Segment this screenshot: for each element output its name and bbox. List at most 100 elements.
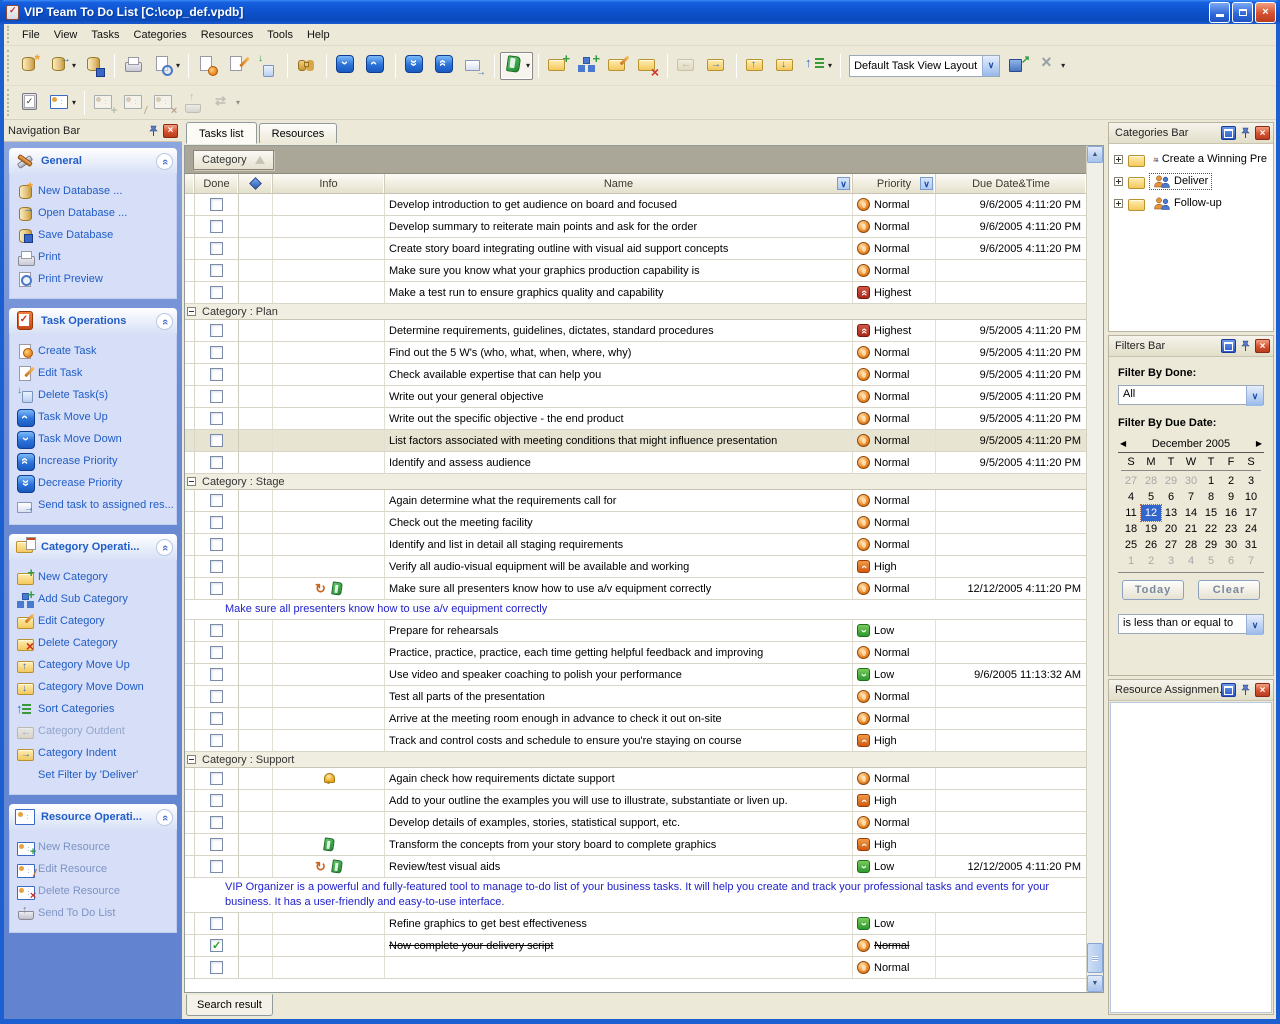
nav-item-add-sub-category[interactable]: Add Sub Category	[14, 588, 174, 610]
calendar-day[interactable]: 24	[1241, 521, 1261, 537]
calendar-day[interactable]: 4	[1121, 489, 1141, 505]
sort-categories-button[interactable]: ▾	[802, 52, 835, 80]
done-checkbox[interactable]	[210, 939, 223, 952]
task-row[interactable]: Identify and list in detail all staging …	[185, 534, 1086, 556]
calendar-day[interactable]: 2	[1141, 553, 1161, 569]
dropdown-arrow-icon[interactable]: ▾	[526, 61, 530, 70]
collapse-chevron-icon[interactable]	[156, 809, 173, 826]
view-resources-button[interactable]: ▾	[46, 89, 79, 117]
open-database-button[interactable]: ▾	[46, 52, 79, 80]
task-row[interactable]: Develop summary to reiterate main points…	[185, 216, 1086, 238]
calendar-day[interactable]: 11	[1121, 505, 1141, 521]
task-row[interactable]: Make sure you know what your graphics pr…	[185, 260, 1086, 282]
calendar-day[interactable]: 10	[1241, 489, 1261, 505]
calendar-day[interactable]: 15	[1201, 505, 1221, 521]
dropdown-arrow-icon[interactable]: ▾	[236, 98, 240, 107]
delete-resource-button[interactable]: ×	[150, 89, 178, 117]
menu-resources[interactable]: Resources	[194, 26, 261, 44]
calendar-day[interactable]: 1	[1121, 553, 1141, 569]
pin-icon[interactable]	[1238, 339, 1253, 353]
view-tasks-button[interactable]	[16, 89, 44, 117]
done-checkbox[interactable]	[210, 794, 223, 807]
done-checkbox[interactable]	[210, 712, 223, 725]
find-button[interactable]	[293, 52, 321, 80]
delete-category-button[interactable]	[634, 52, 662, 80]
collapse-minus-icon[interactable]	[187, 755, 196, 764]
float-panel-icon[interactable]	[1221, 683, 1236, 697]
category-outdent-button[interactable]	[673, 52, 701, 80]
task-view-layout-select[interactable]: Default Task View Layout ∨	[849, 55, 1000, 77]
calendar-day[interactable]: 25	[1121, 537, 1141, 553]
task-row[interactable]: Track and control costs and schedule to …	[185, 730, 1086, 752]
calendar-day[interactable]: 6	[1221, 553, 1241, 569]
dropdown-arrow-icon[interactable]: ▾	[176, 61, 180, 70]
dropdown-arrow-icon[interactable]: ▾	[828, 61, 832, 70]
calendar-day[interactable]: 17	[1241, 505, 1261, 521]
today-button[interactable]: Today	[1122, 580, 1184, 600]
calendar-day[interactable]: 7	[1241, 553, 1261, 569]
float-panel-icon[interactable]	[1221, 126, 1236, 140]
category-tree-item-create-a-winning-pre[interactable]: Create a Winning Pre	[1111, 148, 1271, 170]
done-checkbox[interactable]	[210, 220, 223, 233]
calendar-day[interactable]: 26	[1141, 537, 1161, 553]
menu-categories[interactable]: Categories	[127, 26, 194, 44]
column-done[interactable]: Done	[195, 174, 239, 193]
task-row[interactable]: Check available expertise that can help …	[185, 364, 1086, 386]
nav-item-new-database[interactable]: New Database ...	[14, 180, 174, 202]
done-checkbox[interactable]	[210, 286, 223, 299]
decrease-priority-button[interactable]	[401, 52, 429, 80]
close-icon[interactable]: ×	[163, 124, 178, 138]
menu-tasks[interactable]: Tasks	[84, 26, 126, 44]
task-row[interactable]: Again check how requirements dictate sup…	[185, 768, 1086, 790]
expand-plus-icon[interactable]	[1114, 177, 1123, 186]
edit-task-button[interactable]	[224, 52, 252, 80]
nav-item-new-category[interactable]: New Category	[14, 566, 174, 588]
done-checkbox[interactable]	[210, 456, 223, 469]
calendar-day[interactable]: 21	[1181, 521, 1201, 537]
nav-item-new-resource[interactable]: + New Resource	[14, 836, 174, 858]
done-checkbox[interactable]	[210, 961, 223, 974]
nav-group-header[interactable]: Resource Operati...	[9, 804, 177, 830]
chevron-down-icon[interactable]: ∨	[982, 56, 999, 76]
close-button[interactable]: ×	[1255, 2, 1276, 23]
done-checkbox[interactable]	[210, 668, 223, 681]
task-move-down-button[interactable]	[332, 52, 360, 80]
calendar-day[interactable]: 8	[1201, 489, 1221, 505]
category-tree-item-follow-up[interactable]: Follow-up	[1111, 192, 1271, 214]
task-move-up-button[interactable]	[362, 52, 390, 80]
nav-item-task-move-up[interactable]: Task Move Up	[14, 406, 174, 428]
new-resource-button[interactable]: +	[90, 89, 118, 117]
collapse-chevron-icon[interactable]	[156, 313, 173, 330]
collapse-chevron-icon[interactable]	[156, 539, 173, 556]
close-icon[interactable]: ×	[1255, 683, 1270, 697]
filter-dropdown-icon[interactable]: ∨	[920, 177, 933, 190]
category-group-row[interactable]: Category : Plan	[185, 304, 1086, 320]
collapse-minus-icon[interactable]	[187, 477, 196, 486]
category-tree-item-deliver[interactable]: Deliver	[1111, 170, 1271, 192]
float-panel-icon[interactable]	[1221, 339, 1236, 353]
save-database-button[interactable]	[81, 52, 109, 80]
next-month-icon[interactable]: ▶	[1250, 439, 1262, 448]
done-checkbox[interactable]	[210, 646, 223, 659]
task-row[interactable]: Now complete your delivery script Normal	[185, 935, 1086, 957]
nav-item-create-task[interactable]: Create Task	[14, 340, 174, 362]
previous-month-icon[interactable]: ◀	[1120, 439, 1132, 448]
calendar-day[interactable]: 6	[1161, 489, 1181, 505]
calendar-day[interactable]: 29	[1161, 473, 1181, 489]
category-move-up-button[interactable]	[742, 52, 770, 80]
calendar-day[interactable]: 30	[1181, 473, 1201, 489]
column-due-date[interactable]: Due Date&Time	[936, 174, 1086, 193]
calendar-day[interactable]: 16	[1221, 505, 1241, 521]
done-checkbox[interactable]	[210, 368, 223, 381]
done-checkbox[interactable]	[210, 324, 223, 337]
print-preview-button[interactable]: ▾	[150, 52, 183, 80]
nav-item-sort-categories[interactable]: Sort Categories	[14, 698, 174, 720]
calendar-day[interactable]: 4	[1181, 553, 1201, 569]
calendar-day[interactable]: 29	[1201, 537, 1221, 553]
nav-item-edit-resource[interactable]: / Edit Resource	[14, 858, 174, 880]
calendar-day[interactable]: 31	[1241, 537, 1261, 553]
send-todo-button[interactable]	[180, 89, 208, 117]
edit-category-button[interactable]	[604, 52, 632, 80]
column-priority-flag[interactable]	[239, 174, 273, 193]
task-row[interactable]: ↻ Make sure all presenters know how to u…	[185, 578, 1086, 600]
